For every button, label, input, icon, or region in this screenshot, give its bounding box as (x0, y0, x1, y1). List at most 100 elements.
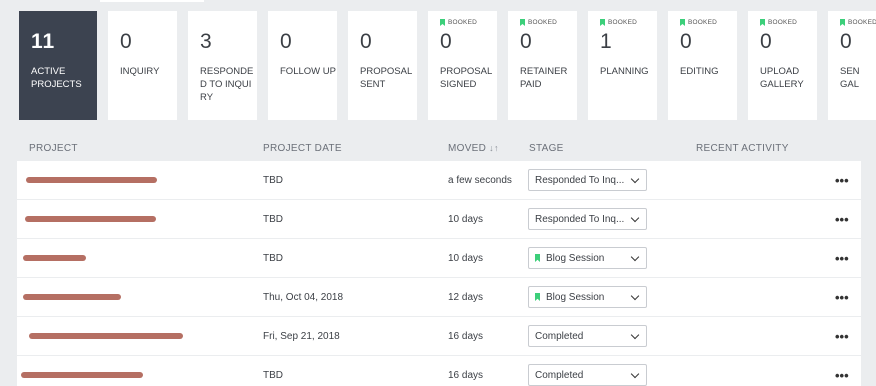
table-row[interactable]: TBD 10 days Blog Session ••• (17, 239, 861, 277)
stage-select[interactable]: Blog Session (528, 286, 647, 308)
redacted-project-name (26, 177, 157, 183)
chevron-down-icon (630, 291, 640, 301)
column-header-stage[interactable]: STAGE (529, 143, 564, 154)
stage-card-proposal-sent[interactable]: 0 PROPOSAL SENT (348, 11, 417, 120)
stage-count: 0 (840, 30, 852, 53)
more-options-icon[interactable]: ••• (835, 251, 849, 266)
stage-count: 0 (760, 30, 772, 53)
moved-time: 16 days (448, 369, 484, 381)
active-projects-label: ACTIVE PROJECTS (31, 66, 82, 90)
stage-count: 0 (360, 30, 372, 53)
stage-count: 0 (280, 30, 292, 53)
table-row[interactable]: TBD 10 days Responded To Inq... ••• (17, 200, 861, 238)
column-header-project-date[interactable]: PROJECT DATE (263, 143, 342, 154)
moved-header-label: MOVED (448, 143, 487, 154)
project-date: Thu, Oct 04, 2018 (263, 291, 344, 303)
summary-card-active-projects[interactable]: 11 ACTIVE PROJECTS (19, 11, 97, 120)
stage-count: 1 (600, 30, 612, 53)
bookmark-icon (520, 19, 525, 26)
stage-card-follow-up[interactable]: 0 FOLLOW UP (268, 11, 337, 120)
stage-label: RESPONDED TO INQUIRY (200, 66, 254, 103)
stage-value: Blog Session (546, 291, 605, 303)
bookmark-icon (440, 19, 445, 26)
moved-time: 10 days (448, 213, 484, 225)
stage-select[interactable]: Blog Session (528, 247, 647, 269)
booked-label: BOOKED (528, 19, 558, 26)
chevron-down-icon (630, 369, 640, 379)
stage-value: Responded To Inq... (535, 213, 625, 225)
redacted-project-name (23, 294, 121, 300)
stage-label: UPLOAD GALLERY (760, 66, 804, 90)
project-date: TBD (263, 213, 283, 225)
stage-label: SEN GAL (840, 66, 860, 90)
booked-badge: BOOKED (840, 19, 876, 26)
booked-label: BOOKED (768, 19, 798, 26)
booked-label: BOOKED (608, 19, 638, 26)
table-row[interactable]: Thu, Oct 04, 2018 12 days Blog Session •… (17, 278, 861, 316)
redacted-project-name (25, 216, 156, 222)
table-row[interactable]: Fri, Sep 21, 2018 16 days Completed ••• (17, 317, 861, 355)
chevron-down-icon (630, 252, 640, 262)
stage-card-responded[interactable]: 3 RESPONDED TO INQUIRY (188, 11, 257, 120)
bookmark-icon (680, 19, 685, 26)
stage-select[interactable]: Responded To Inq... (528, 208, 647, 230)
stage-count: 0 (120, 30, 132, 53)
stage-card-planning[interactable]: BOOKED 1 PLANNING (588, 11, 657, 120)
more-options-icon[interactable]: ••• (835, 173, 849, 188)
stage-cards: 11 ACTIVE PROJECTS 0 INQUIRY 3 RESPONDED… (19, 11, 876, 120)
bookmark-icon (600, 19, 605, 26)
bookmark-icon (760, 19, 765, 26)
table-row[interactable]: TBD a few seconds Responded To Inq... ••… (17, 161, 861, 199)
table-header: PROJECT PROJECT DATE MOVED ↓↑ STAGE RECEN… (0, 143, 876, 157)
sort-icon[interactable]: ↓↑ (489, 143, 499, 153)
project-date: TBD (263, 174, 283, 186)
table-row[interactable]: TBD 16 days Completed ••• (17, 356, 861, 386)
column-header-project[interactable]: PROJECT (29, 143, 78, 154)
stage-count: 0 (680, 30, 692, 53)
stage-value: Blog Session (546, 252, 605, 264)
project-date: TBD (263, 369, 283, 381)
stage-value: Completed (535, 330, 584, 342)
stage-card-retainer-paid[interactable]: BOOKED 0 RETAINER PAID (508, 11, 577, 120)
stage-count: 3 (200, 30, 212, 53)
more-options-icon[interactable]: ••• (835, 368, 849, 383)
stage-label: PROPOSAL SENT (360, 66, 412, 90)
stage-value: Responded To Inq... (535, 174, 625, 186)
bookmark-icon (535, 254, 540, 262)
stage-count: 0 (440, 30, 452, 53)
stage-card-proposal-signed[interactable]: BOOKED 0 PROPOSAL SIGNED (428, 11, 497, 120)
stage-card-upload-gallery[interactable]: BOOKED 0 UPLOAD GALLERY (748, 11, 817, 120)
redacted-project-name (29, 333, 183, 339)
moved-time: a few seconds (448, 174, 512, 186)
chevron-down-icon (630, 213, 640, 223)
booked-label: BOOKED (688, 19, 718, 26)
stage-card-send-gallery[interactable]: BOOKED 0 SEN GAL (828, 11, 876, 120)
stage-select[interactable]: Responded To Inq... (528, 169, 647, 191)
more-options-icon[interactable]: ••• (835, 290, 849, 305)
moved-time: 16 days (448, 330, 484, 342)
more-options-icon[interactable]: ••• (835, 329, 849, 344)
bookmark-icon (840, 19, 845, 26)
redacted-project-name (21, 372, 143, 378)
booked-badge: BOOKED (680, 19, 717, 26)
stage-label: EDITING (680, 66, 719, 77)
project-date: Fri, Sep 21, 2018 (263, 330, 340, 342)
column-header-moved[interactable]: MOVED ↓↑ (448, 143, 499, 154)
booked-badge: BOOKED (440, 19, 477, 26)
more-options-icon[interactable]: ••• (835, 212, 849, 227)
stage-label: PLANNING (600, 66, 649, 77)
redacted-project-name (23, 255, 86, 261)
moved-time: 10 days (448, 252, 484, 264)
project-date: TBD (263, 252, 283, 264)
chevron-down-icon (630, 174, 640, 184)
stage-card-inquiry[interactable]: 0 INQUIRY (108, 11, 177, 120)
stage-card-editing[interactable]: BOOKED 0 EDITING (668, 11, 737, 120)
booked-badge: BOOKED (520, 19, 557, 26)
bookmark-icon (535, 293, 540, 301)
stage-label: FOLLOW UP (280, 66, 336, 77)
stage-value: Completed (535, 369, 584, 381)
stage-select[interactable]: Completed (528, 325, 647, 347)
moved-time: 12 days (448, 291, 484, 303)
stage-select[interactable]: Completed (528, 364, 647, 386)
stage-count: 0 (520, 30, 532, 53)
